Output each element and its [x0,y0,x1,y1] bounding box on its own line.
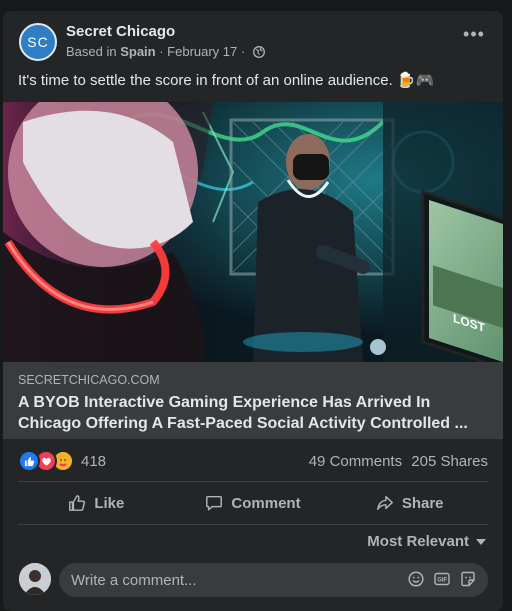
divider [18,481,488,482]
post-header: SC Secret Chicago Based in Spain · Febru… [18,22,488,62]
post-text: It's time to settle the score in front o… [18,72,435,89]
gif-icon[interactable]: GIF [434,571,450,587]
thumbs-up-icon [69,495,86,511]
share-label: Share [401,494,444,512]
like-icon [18,450,40,472]
caret-down-icon [476,538,486,545]
link-preview[interactable]: SECRETCHICAGO.COM A BYOB Interactive Gam… [3,362,503,439]
more-options-button[interactable]: ••• [460,24,488,46]
comment-input[interactable] [71,563,371,597]
comment-button[interactable]: Comment [175,485,332,521]
comments-count-link[interactable]: 49 Comments [309,453,402,470]
gaming-photo: LOST [3,102,503,362]
shares-count-link[interactable]: 205 Shares [411,453,488,470]
link-title[interactable]: A BYOB Interactive Gaming Experience Has… [18,392,488,434]
comment-label: Comment [231,494,301,512]
post-date[interactable]: · February 17 · [156,44,249,59]
action-bar: Like Comment Share [18,485,488,521]
share-icon [376,495,393,511]
reaction-count[interactable]: 418 [81,453,106,470]
page-avatar[interactable]: SC [19,23,57,61]
sort-label: Most Relevant [367,533,469,550]
divider [18,524,488,525]
based-in-prefix: Based in [66,44,121,59]
location-link[interactable]: Spain [120,44,155,59]
composer-icons: GIF [408,571,476,587]
svg-text:GIF: GIF [437,578,447,584]
post-photo[interactable]: LOST [3,102,503,362]
reaction-summary[interactable]: 418 [18,450,106,472]
like-button[interactable]: Like [18,485,175,521]
more-icon: ••• [463,24,485,44]
comment-icon [206,495,223,511]
globe-icon [252,46,265,61]
comment-sort-dropdown[interactable]: Most Relevant [367,533,486,550]
emoji-icon[interactable] [408,571,424,587]
comment-composer: GIF [18,563,488,599]
link-domain: SECRETCHICAGO.COM [18,373,160,387]
page-name-link[interactable]: Secret Chicago [66,23,175,40]
engagement-counts: 49 Comments 205 Shares [304,453,488,470]
sticker-icon[interactable] [460,571,476,587]
post-stats: 418 49 Comments 205 Shares [18,450,488,473]
like-label: Like [94,494,125,512]
post-meta: Based in Spain · February 17 · [66,44,265,61]
current-user-avatar[interactable] [19,563,51,595]
share-button[interactable]: Share [331,485,488,521]
comment-box: GIF [59,563,488,597]
post-card: SC Secret Chicago Based in Spain · Febru… [3,11,503,611]
